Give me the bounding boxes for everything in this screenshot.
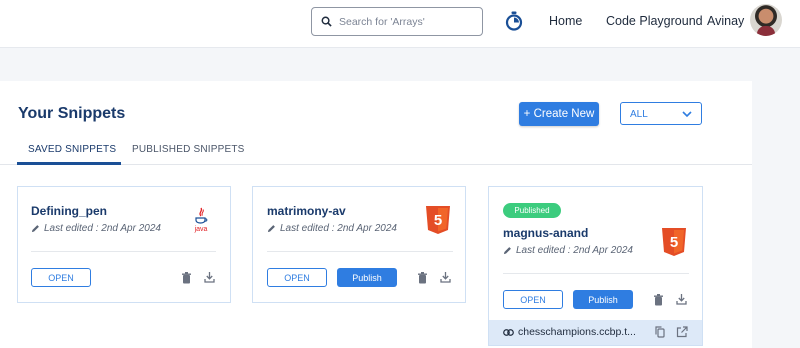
last-edited-text: Last edited : 2nd Apr 2024 [280,223,397,234]
pencil-icon [31,225,39,233]
java-label: java [194,226,208,233]
pencil-icon [267,225,275,233]
snippet-card: Published magnus-anand Last edited : 2nd… [488,186,703,346]
stopwatch-icon[interactable] [505,11,523,31]
copy-icon[interactable] [655,326,665,338]
snippet-card: matrimony-av Last edited : 2nd Apr 2024 … [252,186,466,303]
html5-icon: 5 [662,228,686,256]
snippet-card: Defining_pen Last edited : 2nd Apr 2024 … [17,186,231,303]
nav-code-playground-link[interactable]: Code Playground [606,14,703,28]
publish-button[interactable]: Publish [337,268,397,287]
trash-icon[interactable] [181,272,192,284]
search-placeholder: Search for 'Arrays' [339,15,425,28]
trash-icon[interactable] [653,294,664,306]
create-new-button[interactable]: + Create New [519,102,599,126]
html5-label: 5 [434,212,442,229]
divider [267,251,453,252]
tab-saved-snippets[interactable]: SAVED SNIPPETS [28,144,116,155]
download-icon[interactable] [440,271,451,283]
last-edited: Last edited : 2nd Apr 2024 [503,245,633,256]
page-title: Your Snippets [18,105,126,122]
open-button[interactable]: OPEN [503,290,563,309]
external-link-icon[interactable] [676,326,688,338]
divider [503,273,689,274]
open-button[interactable]: OPEN [267,268,327,287]
top-navbar: Search for 'Arrays' Home Code Playground… [0,0,800,48]
link-icon [503,329,514,336]
java-icon: java [194,207,208,233]
nav-home-link[interactable]: Home [549,14,582,28]
download-icon[interactable] [676,293,687,305]
html5-label: 5 [670,234,678,251]
open-button[interactable]: OPEN [31,268,91,287]
active-tab-indicator [17,162,121,165]
pencil-icon [503,247,511,255]
search-input[interactable]: Search for 'Arrays' [311,7,483,36]
published-link[interactable]: chesschampions.ccbp.t... [518,326,636,338]
published-link-bar: chesschampions.ccbp.t... [489,320,702,345]
last-edited-text: Last edited : 2nd Apr 2024 [516,245,633,256]
filter-select[interactable]: ALL [620,102,702,125]
snippet-title: matrimony-av [267,204,346,218]
snippet-tabs: SAVED SNIPPETS PUBLISHED SNIPPETS [0,137,752,165]
status-badge: Published [503,203,561,218]
filter-value: ALL [630,109,648,120]
divider [31,251,216,252]
tab-published-snippets[interactable]: PUBLISHED SNIPPETS [132,144,245,155]
download-icon[interactable] [204,271,215,283]
trash-icon[interactable] [417,272,428,284]
last-edited: Last edited : 2nd Apr 2024 [31,223,161,234]
html5-icon: 5 [426,206,450,234]
snippet-title: magnus-anand [503,226,589,240]
snippet-title: Defining_pen [31,204,108,218]
last-edited-text: Last edited : 2nd Apr 2024 [44,223,161,234]
avatar[interactable] [750,4,782,36]
search-icon [321,16,332,27]
last-edited: Last edited : 2nd Apr 2024 [267,223,397,234]
publish-button[interactable]: Publish [573,290,633,309]
user-name[interactable]: Avinay [707,14,744,28]
chevron-down-icon [682,111,692,118]
